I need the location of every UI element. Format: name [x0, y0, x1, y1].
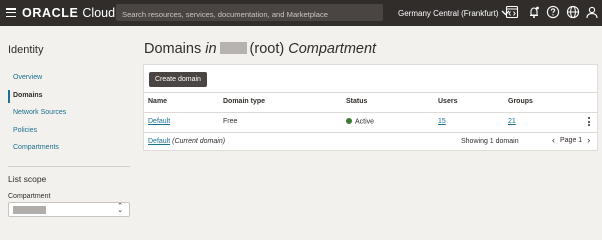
current-domain-link[interactable]: Default: [148, 138, 170, 145]
column-header-groups[interactable]: Groups: [508, 98, 533, 105]
logo-product: Cloud: [82, 6, 116, 20]
column-header-users[interactable]: Users: [438, 98, 457, 105]
domain-name-link[interactable]: Default: [148, 118, 170, 125]
sidebar-item-compartments[interactable]: Compartments: [8, 143, 128, 161]
region-label: Germany Central (Frankfurt): [398, 8, 499, 18]
list-scope-title: List scope: [8, 174, 47, 184]
bell-icon[interactable]: [527, 5, 541, 19]
sidebar-item-overview[interactable]: Overview: [8, 73, 128, 91]
title-in: in: [205, 41, 217, 57]
column-header-domain-type[interactable]: Domain type: [223, 98, 265, 105]
title-root: (root): [249, 41, 285, 57]
menu-icon[interactable]: [6, 8, 16, 18]
oracle-cloud-logo[interactable]: ORACLE Cloud: [22, 5, 115, 21]
showing-count: Showing 1 domain: [461, 138, 519, 145]
domains-panel: Create domain Name Domain type Status Us…: [143, 64, 598, 151]
logo-brand: ORACLE: [22, 6, 79, 20]
create-domain-button[interactable]: Create domain: [149, 72, 207, 87]
table-footer: Default (Current domain) Showing 1 domai…: [144, 132, 597, 151]
users-count-link[interactable]: 15: [438, 118, 446, 125]
sidebar-item-domains[interactable]: Domains: [8, 89, 128, 109]
divider: [8, 166, 130, 167]
search-bar[interactable]: [116, 4, 383, 23]
page-label: Page 1: [560, 137, 583, 144]
sidebar-item-network-sources[interactable]: Network Sources: [8, 108, 128, 126]
pagination: ‹ Page 1 ›: [552, 136, 590, 145]
title-prefix: Domains: [144, 41, 202, 57]
table-header: Name Domain type Status Users Groups: [144, 92, 597, 112]
domains-table: Name Domain type Status Users Groups Def…: [144, 92, 597, 151]
code-editor-icon[interactable]: [505, 5, 519, 19]
table-row: Default Free Active 15 21: [144, 112, 597, 132]
actions-menu-icon[interactable]: [588, 117, 590, 128]
status-cell: Active: [346, 118, 374, 126]
groups-count-link[interactable]: 21: [508, 118, 516, 125]
top-bar: ORACLE Cloud Germany Central (Frankfurt): [0, 0, 602, 26]
title-suffix: Compartment: [288, 41, 377, 57]
status-active-icon: [346, 118, 352, 124]
compartment-label: Compartment: [8, 193, 51, 200]
column-header-status[interactable]: Status: [346, 98, 367, 105]
page-title: Domains in (root) Compartment: [144, 41, 376, 57]
search-input[interactable]: [116, 6, 383, 23]
status-text: Active: [355, 118, 375, 126]
globe-icon[interactable]: [566, 5, 580, 19]
column-header-name[interactable]: Name: [148, 98, 167, 105]
user-icon[interactable]: [585, 5, 599, 19]
chevron-right-icon[interactable]: ›: [587, 136, 590, 145]
select-arrows-icon: ⌃ ⌄: [117, 203, 123, 214]
compartment-value-redacted: [13, 206, 46, 214]
sidebar-item-policies[interactable]: Policies: [8, 126, 128, 144]
compartment-select[interactable]: ⌃ ⌄: [8, 202, 130, 217]
compartment-name-redacted: [219, 42, 247, 54]
help-icon[interactable]: [546, 5, 560, 19]
sidebar-nav: Overview Domains Network Sources Policie…: [8, 73, 128, 161]
region-selector[interactable]: Germany Central (Frankfurt): [398, 7, 510, 19]
domain-type: Free: [223, 118, 238, 125]
sidebar-title: Identity: [8, 44, 44, 56]
chevron-left-icon[interactable]: ‹: [552, 136, 555, 145]
current-domain: Default (Current domain): [148, 138, 225, 145]
current-domain-label: (Current domain): [172, 138, 226, 145]
